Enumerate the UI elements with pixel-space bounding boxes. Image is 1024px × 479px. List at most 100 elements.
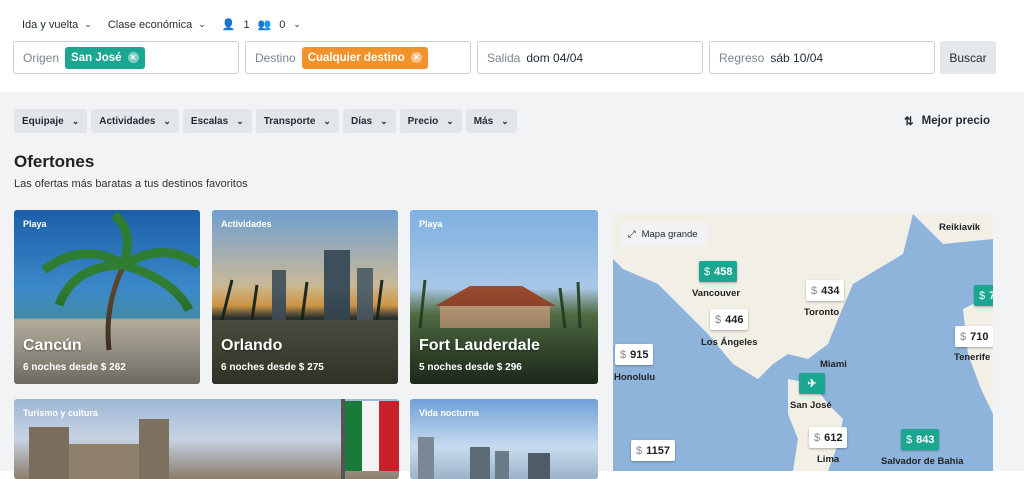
big-map-button[interactable]: ⤢ Mapa grande: [620, 222, 708, 246]
map-label: Salvador de Bahía: [881, 456, 964, 467]
sort-label: Mejor precio: [921, 115, 991, 127]
departure-value: dom 04/04: [526, 50, 584, 65]
chevron-down-icon: ⌄: [323, 115, 331, 126]
airplane-icon: ✈: [807, 378, 817, 390]
trip-type-label: Ida y vuelta: [22, 18, 79, 31]
map-label: Los Ángeles: [701, 337, 758, 348]
pin-price: 843: [916, 433, 935, 446]
section-subtitle: Las ofertas más baratas a tus destinos f…: [14, 178, 248, 190]
filter-precio[interactable]: Precio ⌄: [399, 109, 462, 133]
chevron-down-icon: ⌄: [293, 19, 301, 29]
departure-field[interactable]: Salida dom 04/04: [477, 41, 703, 74]
offer-card-orlando[interactable]: Actividades Orlando 6 noches desde $ 275: [212, 210, 398, 384]
map-pin[interactable]: $446: [710, 309, 749, 330]
map-label: Vancouver: [692, 288, 741, 299]
offer-card-turismo[interactable]: Turismo y cultura: [14, 399, 399, 479]
map-label: Toronto: [804, 307, 840, 318]
filter-equipaje[interactable]: Equipaje ⌄: [14, 109, 88, 133]
offer-card-fort-lauderdale[interactable]: Playa Fort Lauderdale 5 noches desde $ 2…: [410, 210, 598, 384]
map-label: Lima: [817, 454, 840, 465]
trip-type-select[interactable]: Ida y vuelta ⌄: [22, 19, 92, 31]
map-pin[interactable]: $434: [806, 280, 845, 301]
destinations-map[interactable]: ⤢ Mapa grande $458 $434 $446 $915 $7 $710…: [613, 214, 993, 471]
origin-pin[interactable]: ✈: [799, 373, 825, 394]
search-header: Ida y vuelta ⌄ Clase económica ⌄ 👤 1 👥 0 ⌄ O…: [0, 0, 1024, 92]
filter-escalas[interactable]: Escalas ⌄: [182, 109, 252, 133]
card-price: 6 noches desde $ 262: [23, 362, 126, 373]
filter-dias[interactable]: Días ⌄: [342, 109, 396, 133]
close-icon[interactable]: ✕: [127, 52, 139, 63]
child-icon: 👥: [257, 19, 272, 31]
destination-label: Destino: [255, 50, 296, 65]
origin-value: San José: [71, 51, 122, 64]
pin-price: 446: [725, 313, 744, 326]
currency-label: $: [906, 433, 913, 446]
results-area: Equipaje ⌄ Actividades ⌄ Escalas ⌄ Transpor…: [0, 92, 1024, 479]
map-pin[interactable]: $1157: [631, 440, 675, 461]
filter-label: Días: [350, 115, 373, 127]
filter-transporte[interactable]: Transporte ⌄: [255, 109, 339, 133]
card-price: 6 noches desde $ 275: [221, 362, 324, 373]
origin-field[interactable]: Origen San José ✕: [13, 41, 239, 74]
card-city: Cancún: [23, 337, 82, 354]
passengers-select[interactable]: 👤 1 👥 0 ⌄: [222, 18, 301, 32]
trip-options: Ida y vuelta ⌄ Clase económica ⌄ 👤 1 👥 0 ⌄: [22, 18, 301, 32]
pin-price: 434: [821, 284, 840, 297]
pin-price: 1157: [646, 444, 670, 457]
chevron-down-icon: ⌄: [71, 115, 80, 126]
destination-field[interactable]: Destino Cualquier destino ✕: [245, 41, 471, 74]
pin-price: 458: [714, 265, 733, 278]
map-pin[interactable]: $915: [615, 344, 654, 365]
pin-price: 710: [970, 330, 989, 343]
map-pin[interactable]: $710: [955, 326, 993, 347]
currency-label: $: [636, 444, 643, 457]
filter-bar: Equipaje ⌄ Actividades ⌄ Escalas ⌄ Transpor…: [14, 109, 517, 133]
return-value: sáb 10/04: [770, 50, 824, 65]
adults-count: 1: [243, 18, 250, 31]
return-field[interactable]: Regreso sáb 10/04: [709, 41, 935, 74]
close-icon[interactable]: ✕: [410, 52, 422, 63]
filter-label: Actividades: [99, 115, 156, 127]
map-label: Reikiavik: [939, 222, 981, 233]
origin-tag[interactable]: San José ✕: [65, 46, 145, 69]
filter-actividades[interactable]: Actividades ⌄: [91, 109, 179, 133]
card-category: Vida nocturna: [419, 408, 479, 418]
card-category: Playa: [23, 219, 47, 229]
map-pin[interactable]: $7: [974, 285, 993, 306]
chevron-down-icon: ⌄: [198, 19, 206, 29]
filter-label: Transporte: [263, 115, 316, 127]
chevron-down-icon: ⌄: [446, 115, 454, 126]
cabin-label: Clase económica: [107, 18, 193, 31]
map-pin[interactable]: $612: [809, 427, 848, 448]
currency-label: $: [715, 313, 722, 326]
origin-label: Origen: [23, 50, 60, 65]
card-price: 5 noches desde $ 296: [419, 362, 522, 373]
cabin-select[interactable]: Clase económica ⌄: [108, 19, 206, 31]
filter-label: Más: [473, 115, 494, 127]
card-category: Playa: [419, 219, 443, 229]
sort-button[interactable]: ⇅ Mejor precio: [904, 114, 990, 128]
big-map-label: Mapa grande: [641, 228, 698, 240]
children-count: 0: [279, 18, 286, 31]
currency-label: $: [620, 348, 627, 361]
map-pin[interactable]: $843: [901, 429, 940, 450]
offer-card-cancun[interactable]: Playa Cancún 6 noches desde $ 262: [14, 210, 200, 384]
filter-label: Escalas: [190, 115, 229, 127]
offer-card-vida-nocturna[interactable]: Vida nocturna: [410, 399, 598, 479]
map-label: San José: [790, 400, 832, 411]
search-button[interactable]: Buscar: [940, 41, 996, 74]
map-label: Honolulu: [614, 372, 656, 383]
card-category: Actividades: [221, 219, 272, 229]
section-title: Ofertones: [14, 152, 95, 171]
card-category: Turismo y cultura: [23, 408, 98, 418]
currency-label: $: [960, 330, 967, 343]
pin-price: 915: [630, 348, 649, 361]
chevron-down-icon: ⌄: [84, 19, 92, 29]
destination-tag[interactable]: Cualquier destino ✕: [301, 46, 428, 69]
pin-price: 612: [824, 431, 843, 444]
map-label: Miami: [820, 359, 847, 370]
filter-mas[interactable]: Más ⌄: [465, 109, 517, 133]
map-pin[interactable]: $458: [699, 261, 738, 282]
card-city: Fort Lauderdale: [419, 337, 540, 354]
map-label: Tenerife: [954, 352, 991, 363]
